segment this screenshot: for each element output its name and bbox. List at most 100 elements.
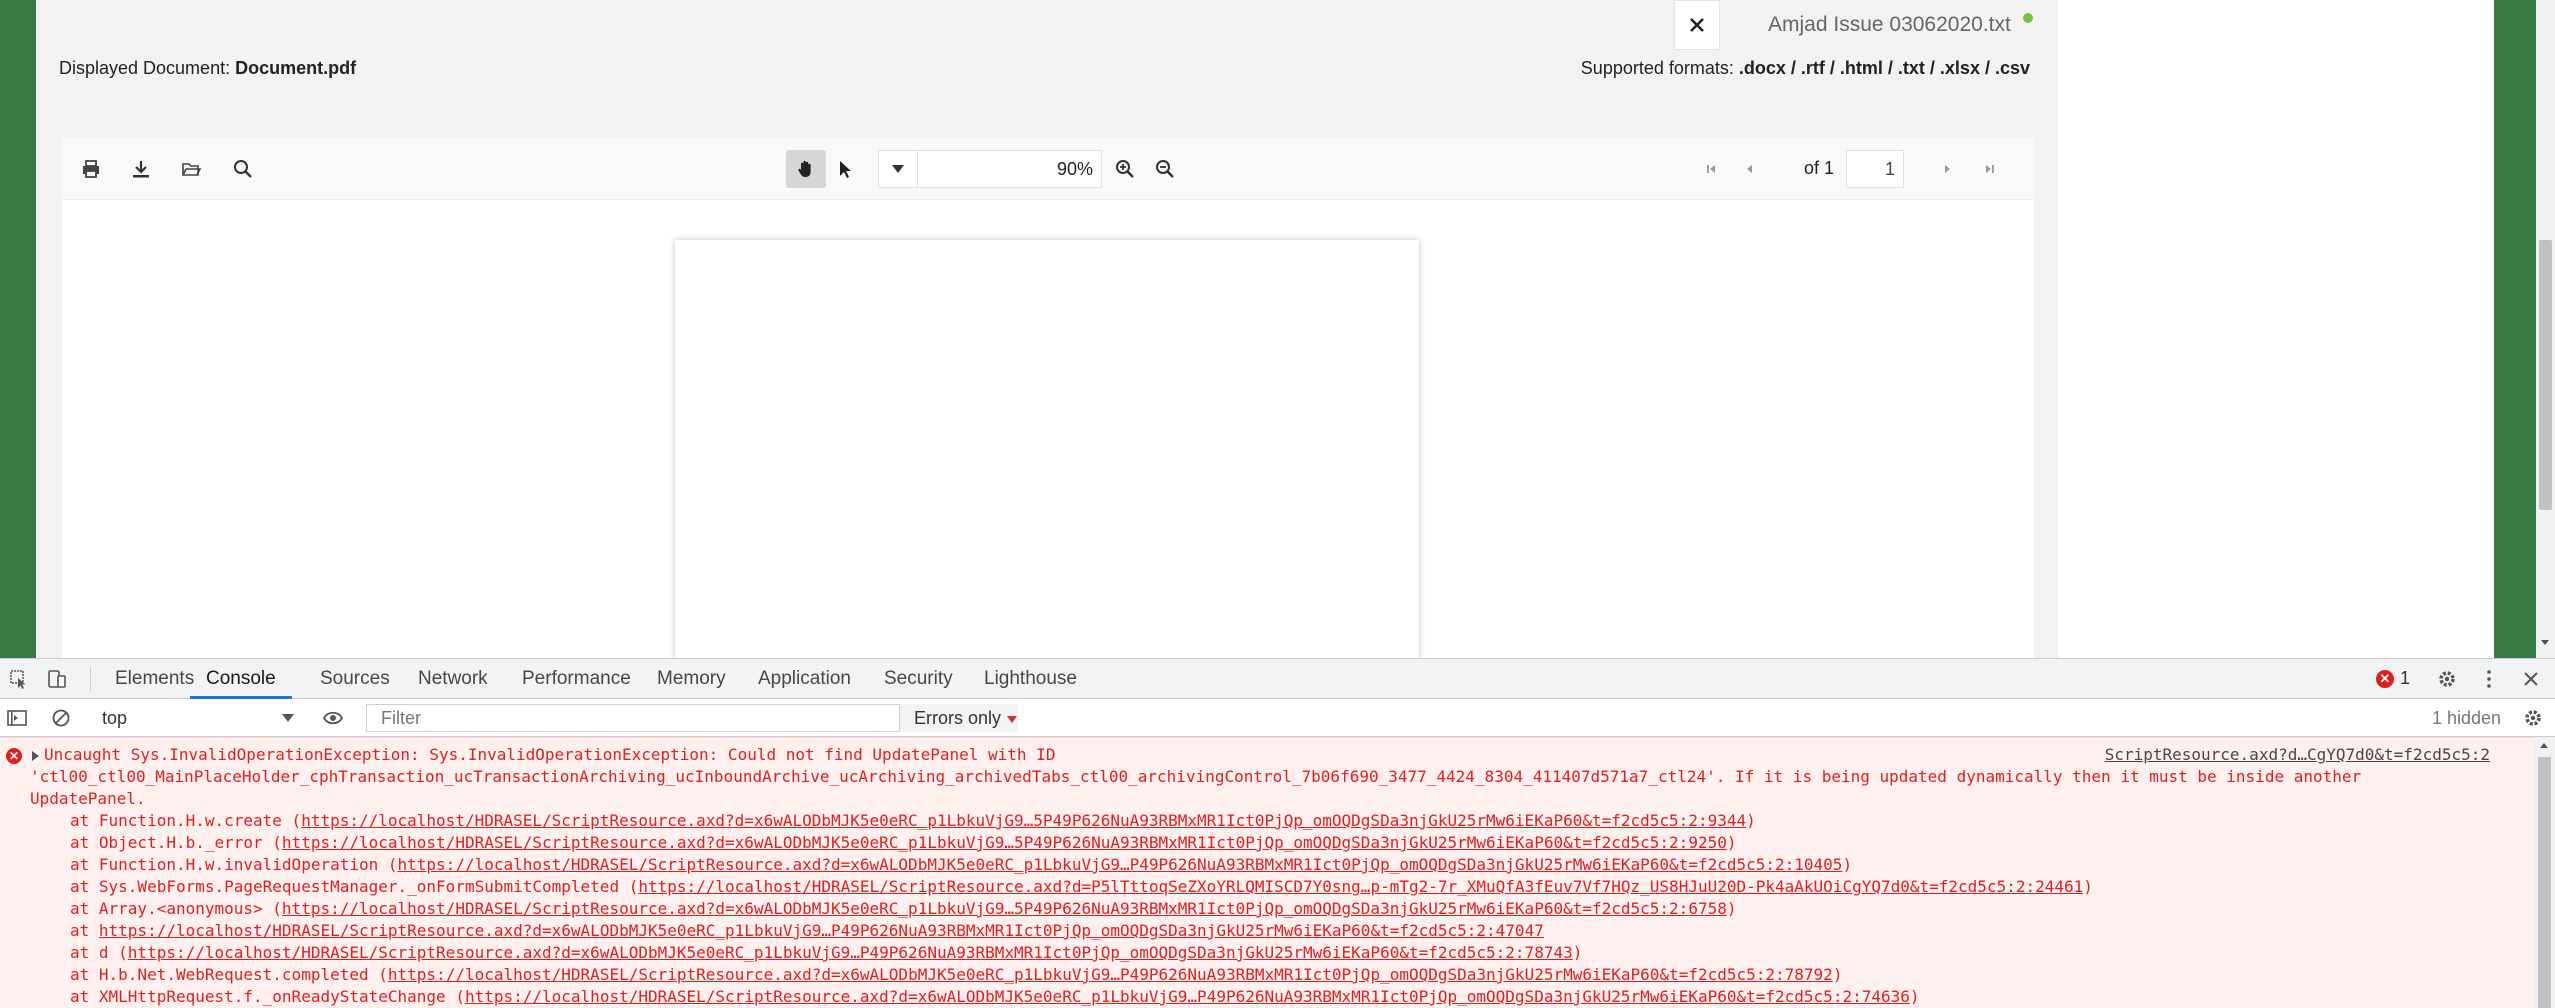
- stack-frame-suffix: ): [1746, 811, 1756, 830]
- stack-frame-link[interactable]: https://localhost/HDRASEL/ScriptResource…: [465, 987, 1910, 1006]
- search-button[interactable]: [230, 156, 256, 182]
- tab-elements[interactable]: Elements: [115, 659, 194, 699]
- zoom-out-button[interactable]: [1152, 156, 1178, 182]
- pdf-canvas[interactable]: [62, 200, 2034, 658]
- file-tab-label: Amjad Issue 03062020.txt: [1768, 13, 2011, 36]
- page-number-input[interactable]: 1: [1846, 150, 1904, 188]
- sidebar-toggle-icon: [7, 710, 27, 726]
- download-icon: [133, 161, 149, 178]
- stack-frame: at Array.<anonymous> (https://localhost/…: [70, 898, 2510, 920]
- expand-arrow-icon[interactable]: [32, 751, 39, 761]
- hand-tool-icon: [798, 160, 811, 177]
- left-green-border: [0, 0, 36, 658]
- zoom-dropdown-button[interactable]: [878, 150, 918, 188]
- gear-icon: [2525, 710, 2541, 726]
- open-file-button[interactable]: [178, 156, 204, 182]
- first-page-icon: [1707, 165, 1715, 173]
- zoom-out-icon: [1156, 160, 1174, 178]
- device-icon: [48, 670, 66, 688]
- tab-performance[interactable]: Performance: [522, 659, 631, 699]
- console-scrollbar-thumb[interactable]: [2538, 757, 2551, 1008]
- stack-frame-suffix: ): [1572, 943, 1583, 962]
- web-page: Amjad Issue 03062020.txt Displayed Docum…: [0, 0, 2555, 658]
- stack-frame-link[interactable]: https://localhost/HDRASEL/ScriptResource…: [301, 811, 1746, 830]
- hand-tool-button[interactable]: [786, 150, 826, 188]
- filter-input[interactable]: [366, 704, 900, 732]
- tab-application[interactable]: Application: [758, 659, 851, 699]
- right-green-border: [2494, 0, 2536, 658]
- stack-frame: at Object.H.b._error (https://localhost/…: [70, 832, 2510, 854]
- context-selector[interactable]: top: [92, 705, 302, 731]
- console-settings-button[interactable]: [2522, 707, 2544, 729]
- zoom-input[interactable]: 90%: [918, 150, 1102, 188]
- right-blank-area: [2058, 0, 2494, 658]
- page-scrollbar[interactable]: [2536, 0, 2555, 658]
- clear-console-button[interactable]: [50, 707, 72, 729]
- file-tab[interactable]: Amjad Issue 03062020.txt: [1720, 0, 2034, 50]
- stack-frame-suffix: ): [1842, 855, 1853, 874]
- log-levels-dropdown[interactable]: Errors only: [900, 704, 1018, 732]
- stack-frame-function: at Function.H.w.create (: [70, 811, 302, 830]
- tab-lighthouse[interactable]: Lighthouse: [984, 659, 1077, 699]
- next-page-icon: [1945, 165, 1950, 173]
- error-icon: ✕: [6, 748, 22, 764]
- previous-page-button[interactable]: [1736, 156, 1762, 182]
- stack-trace: at Function.H.w.create (https://localhos…: [70, 810, 2510, 1008]
- stack-frame-function: at XMLHttpRequest.f._onReadyStateChange …: [70, 987, 465, 1006]
- tab-console[interactable]: Console: [190, 659, 292, 699]
- devtools-tab-bar: Elements Console Sources Network Perform…: [0, 659, 2555, 699]
- close-icon: [1690, 18, 1704, 32]
- error-message-line2: 'ctl00_ctl00_MainPlaceHolder_cphTransact…: [30, 767, 2371, 808]
- more-options-button[interactable]: [2478, 668, 2500, 690]
- close-devtools-button[interactable]: [2520, 668, 2542, 690]
- zoom-in-button[interactable]: [1112, 156, 1138, 182]
- stack-frame-link[interactable]: https://localhost/HDRASEL/ScriptResource…: [282, 833, 1727, 852]
- tab-network[interactable]: Network: [418, 659, 488, 699]
- page-scrollbar-thumb[interactable]: [2539, 240, 2552, 510]
- tab-sources[interactable]: Sources: [320, 659, 390, 699]
- supported-formats-list: .docx / .rtf / .html / .txt / .xlsx / .c…: [1738, 58, 2030, 78]
- stack-frame-function: at: [70, 921, 99, 940]
- settings-button[interactable]: [2436, 668, 2458, 690]
- stack-frame-link[interactable]: https://localhost/HDRASEL/ScriptResource…: [638, 877, 2083, 896]
- console-output[interactable]: ✕ Uncaught Sys.InvalidOperationException…: [0, 737, 2534, 1008]
- error-source-link[interactable]: ScriptResource.axd?d…CgYQ7d0&t=f2cd5c5:2: [2090, 744, 2490, 766]
- stack-frame-link[interactable]: https://localhost/HDRASEL/ScriptResource…: [99, 921, 1544, 940]
- select-cursor-icon: [840, 161, 851, 178]
- displayed-document: Displayed Document: Document.pdf: [59, 58, 356, 79]
- show-sidebar-button[interactable]: [6, 707, 28, 729]
- console-scrollbar[interactable]: [2534, 737, 2555, 1008]
- status-dot-icon: [2022, 13, 2033, 23]
- supported-formats-label: Supported formats:: [1580, 58, 1734, 78]
- stack-frame-suffix: ): [1832, 965, 1843, 984]
- inspect-element-button[interactable]: [8, 668, 30, 690]
- scroll-up-arrow-icon[interactable]: [2540, 743, 2548, 748]
- stack-frame-link[interactable]: https://localhost/HDRASEL/ScriptResource…: [388, 965, 1833, 984]
- stack-frame-link[interactable]: https://localhost/HDRASEL/ScriptResource…: [398, 855, 1843, 874]
- scroll-down-arrow-icon[interactable]: [2541, 640, 2549, 645]
- live-expression-button[interactable]: [322, 707, 344, 729]
- next-page-button[interactable]: [1934, 156, 1960, 182]
- first-page-button[interactable]: [1698, 156, 1724, 182]
- devtools-panel: Elements Console Sources Network Perform…: [0, 658, 2555, 1008]
- error-count-badge[interactable]: ✕ 1: [2376, 668, 2410, 689]
- device-toolbar-button[interactable]: [46, 668, 68, 690]
- log-levels-value: Errors only: [914, 708, 1002, 728]
- gear-icon: [2439, 671, 2455, 687]
- print-button[interactable]: [78, 156, 104, 182]
- stack-frame-link[interactable]: https://localhost/HDRASEL/ScriptResource…: [282, 899, 1727, 918]
- more-vertical-icon: [2487, 670, 2491, 688]
- eye-icon: [322, 711, 344, 725]
- download-button[interactable]: [128, 156, 154, 182]
- search-icon: [234, 160, 252, 178]
- last-page-button[interactable]: [1976, 156, 2002, 182]
- close-document-button[interactable]: [1674, 0, 1720, 50]
- pdf-toolbar: 90% of 1 1: [62, 138, 2034, 200]
- console-filter-bar: top Errors only 1 hidden: [0, 699, 2555, 737]
- stack-frame-link[interactable]: https://localhost/HDRASEL/ScriptResource…: [128, 943, 1573, 962]
- stack-frame: at Function.H.w.create (https://localhos…: [70, 810, 2510, 832]
- tab-security[interactable]: Security: [884, 659, 953, 699]
- tab-divider: [90, 667, 91, 691]
- select-tool-button[interactable]: [832, 156, 858, 182]
- tab-memory[interactable]: Memory: [657, 659, 726, 699]
